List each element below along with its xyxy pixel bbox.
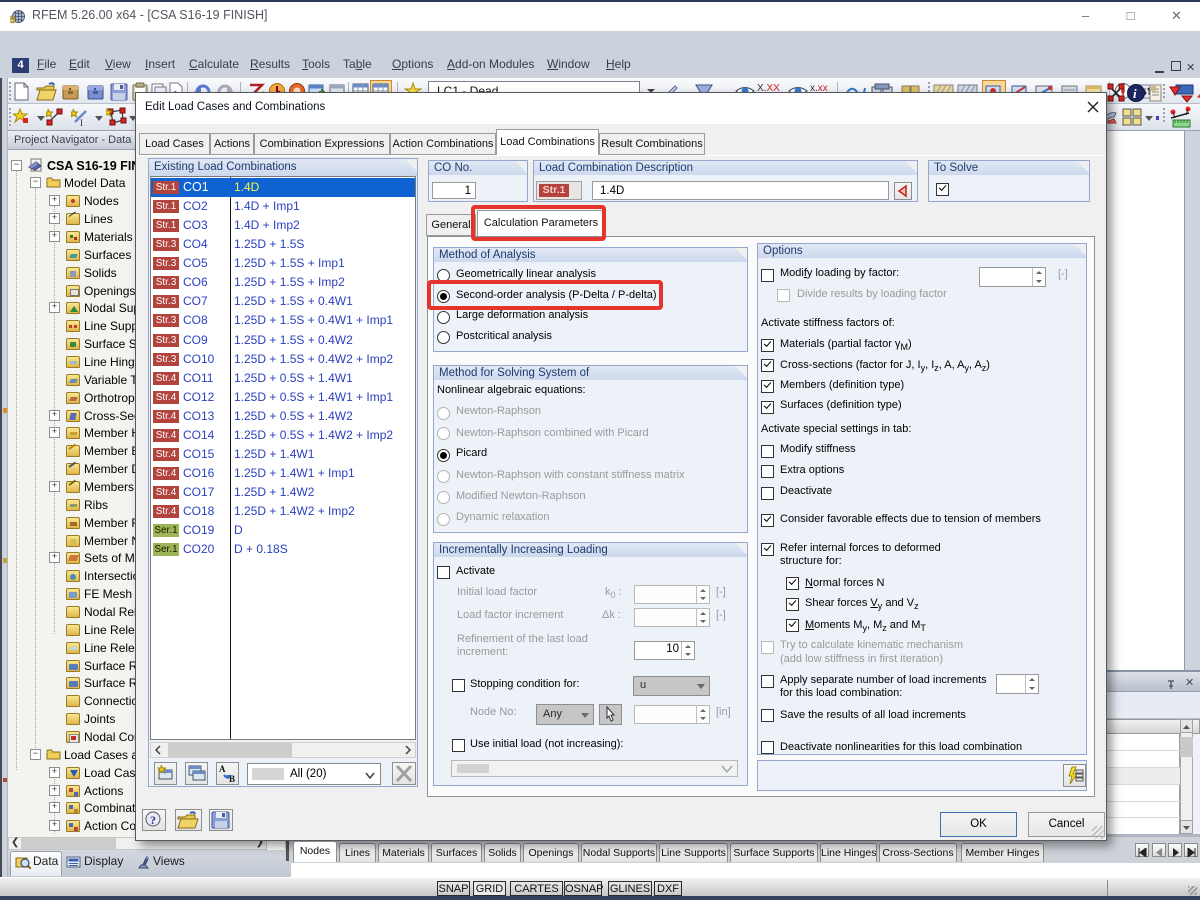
svg-text:i: i xyxy=(1133,86,1137,101)
svg-text:I: I xyxy=(80,118,83,127)
svg-text:5: 5 xyxy=(10,15,16,25)
svg-text:?: ? xyxy=(150,813,156,827)
svg-text:A: A xyxy=(219,764,226,774)
